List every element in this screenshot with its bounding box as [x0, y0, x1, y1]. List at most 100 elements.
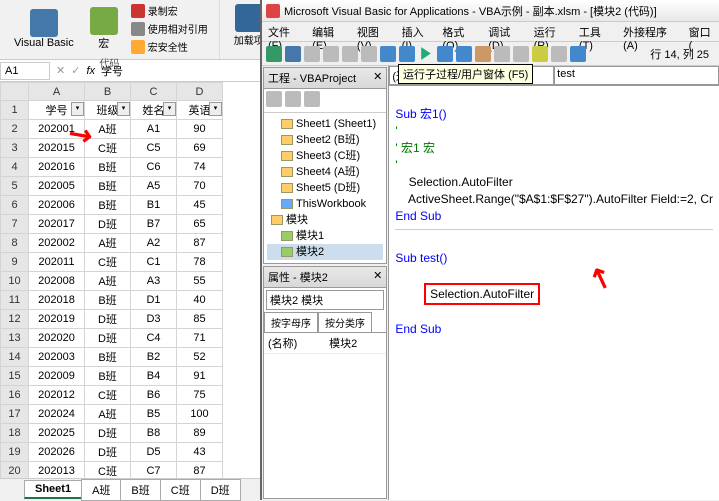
- close-icon[interactable]: ✕: [373, 269, 382, 285]
- row-header[interactable]: 10: [1, 272, 29, 291]
- cell[interactable]: 202005: [29, 177, 85, 196]
- col-header-c[interactable]: C: [131, 83, 177, 101]
- cell[interactable]: D班: [85, 310, 131, 329]
- close-icon[interactable]: ✕: [373, 70, 382, 86]
- fx-cancel[interactable]: ✕: [56, 64, 65, 77]
- fx-icon[interactable]: fx: [86, 65, 95, 77]
- cell[interactable]: 55: [177, 272, 223, 291]
- project-icon[interactable]: [494, 46, 510, 62]
- cell[interactable]: 70: [177, 177, 223, 196]
- filter-button[interactable]: ▾: [117, 102, 130, 116]
- tree-sheet[interactable]: Sheet5 (D班): [267, 180, 383, 196]
- table-row[interactable]: 5202005B班A570: [1, 177, 223, 196]
- tree-sheet[interactable]: Sheet3 (C班): [267, 148, 383, 164]
- menu-insert[interactable]: 插入(I): [402, 24, 433, 39]
- macro-security-button[interactable]: 宏安全性: [128, 38, 211, 55]
- cell[interactable]: 100: [177, 405, 223, 424]
- row-header[interactable]: 14: [1, 348, 29, 367]
- vbe-titlebar[interactable]: Microsoft Visual Basic for Applications …: [262, 0, 719, 22]
- cell[interactable]: D1: [131, 291, 177, 310]
- cell[interactable]: 202017: [29, 215, 85, 234]
- sheet-tab[interactable]: A班: [81, 479, 121, 501]
- cell[interactable]: C班: [85, 139, 131, 158]
- cell[interactable]: A5: [131, 177, 177, 196]
- cell[interactable]: B班: [85, 348, 131, 367]
- row-header[interactable]: 15: [1, 367, 29, 386]
- row-header[interactable]: 2: [1, 120, 29, 139]
- row-header[interactable]: 5: [1, 177, 29, 196]
- prop-tab-cat[interactable]: 按分类序: [318, 312, 372, 332]
- row-header[interactable]: 13: [1, 329, 29, 348]
- tree-sheet[interactable]: Sheet4 (A班): [267, 164, 383, 180]
- menu-run[interactable]: 运行(R): [534, 24, 569, 39]
- cell[interactable]: A班: [85, 272, 131, 291]
- row-header[interactable]: 17: [1, 405, 29, 424]
- redo-icon[interactable]: [399, 46, 415, 62]
- cell[interactable]: 202026: [29, 443, 85, 462]
- prop-object-combo[interactable]: 模块2 模块: [266, 290, 384, 310]
- cell[interactable]: C6: [131, 158, 177, 177]
- table-row[interactable]: 3202015C班C569: [1, 139, 223, 158]
- filter-button[interactable]: ▾: [209, 102, 222, 116]
- cell[interactable]: 202013: [29, 462, 85, 479]
- sheet-tab[interactable]: C班: [160, 479, 201, 501]
- col-header-d[interactable]: D: [177, 83, 223, 101]
- cell[interactable]: 74: [177, 158, 223, 177]
- row-header[interactable]: 20: [1, 462, 29, 479]
- sheet-tab[interactable]: D班: [200, 479, 241, 501]
- cell[interactable]: B4: [131, 367, 177, 386]
- row-header[interactable]: 4: [1, 158, 29, 177]
- row-header[interactable]: 12: [1, 310, 29, 329]
- menu-file[interactable]: 文件(F): [268, 24, 302, 39]
- cell[interactable]: 91: [177, 367, 223, 386]
- view-code-icon[interactable]: [266, 91, 282, 107]
- cell[interactable]: B6: [131, 386, 177, 405]
- table-row[interactable]: 10202008A班A355: [1, 272, 223, 291]
- cell[interactable]: 202008: [29, 272, 85, 291]
- view-excel-icon[interactable]: [266, 46, 282, 62]
- cell[interactable]: 202016: [29, 158, 85, 177]
- cell[interactable]: D3: [131, 310, 177, 329]
- find-icon[interactable]: [361, 46, 377, 62]
- cell[interactable]: D班: [85, 424, 131, 443]
- table-row[interactable]: 13202020D班C471: [1, 329, 223, 348]
- cell[interactable]: C5: [131, 139, 177, 158]
- cell[interactable]: 45: [177, 196, 223, 215]
- cell[interactable]: 40: [177, 291, 223, 310]
- view-obj-icon[interactable]: [285, 91, 301, 107]
- cell[interactable]: 202001: [29, 120, 85, 139]
- cell[interactable]: C班: [85, 253, 131, 272]
- row-header[interactable]: 1: [1, 101, 29, 120]
- sheet-tab[interactable]: B班: [120, 479, 160, 501]
- cell[interactable]: 43: [177, 443, 223, 462]
- tree-sheet[interactable]: Sheet2 (B班): [267, 132, 383, 148]
- table-row[interactable]: 8202002A班A287: [1, 234, 223, 253]
- table-row[interactable]: 15202009B班B491: [1, 367, 223, 386]
- cell[interactable]: C班: [85, 386, 131, 405]
- select-all-corner[interactable]: [1, 83, 29, 101]
- menu-view[interactable]: 视图(V): [357, 24, 392, 39]
- cell[interactable]: 71: [177, 329, 223, 348]
- table-row[interactable]: 16202012C班B675: [1, 386, 223, 405]
- menu-debug[interactable]: 调试(D): [488, 24, 523, 39]
- cell[interactable]: 85: [177, 310, 223, 329]
- cell[interactable]: A2: [131, 234, 177, 253]
- menu-format[interactable]: 格式(O): [442, 24, 478, 39]
- table-row[interactable]: 9202011C班C178: [1, 253, 223, 272]
- prop-tab-alpha[interactable]: 按字母序: [264, 312, 318, 332]
- cell[interactable]: C1: [131, 253, 177, 272]
- project-tree[interactable]: Sheet1 (Sheet1) Sheet2 (B班) Sheet3 (C班) …: [264, 113, 386, 263]
- cell[interactable]: B5: [131, 405, 177, 424]
- cell[interactable]: 202011: [29, 253, 85, 272]
- code-editor[interactable]: Sub 宏1() ' ' 宏1 宏 ' Selection.AutoFilter…: [389, 86, 719, 500]
- cell[interactable]: 202006: [29, 196, 85, 215]
- cell[interactable]: A班: [85, 120, 131, 139]
- table-row[interactable]: 14202003B班B252: [1, 348, 223, 367]
- cell[interactable]: B班: [85, 291, 131, 310]
- table-row[interactable]: 7202017D班B765: [1, 215, 223, 234]
- prop-value[interactable]: 模块2: [325, 333, 386, 353]
- table-row[interactable]: 4202016B班C674: [1, 158, 223, 177]
- props-icon[interactable]: [513, 46, 529, 62]
- cell[interactable]: B班: [85, 158, 131, 177]
- cell[interactable]: B1: [131, 196, 177, 215]
